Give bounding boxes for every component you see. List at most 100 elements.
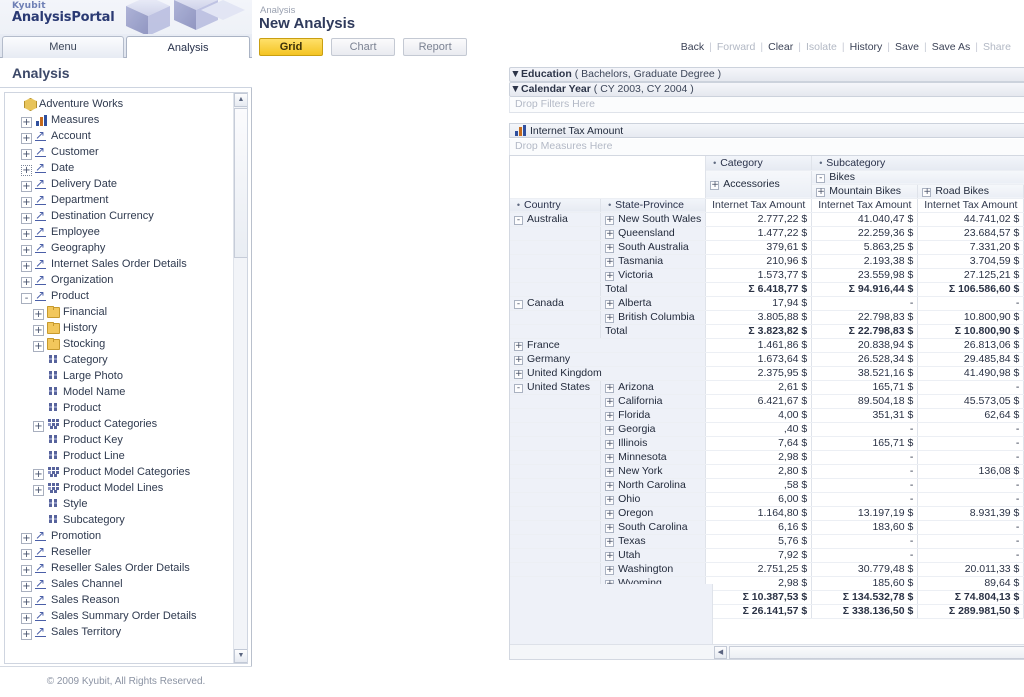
row-header-state[interactable]: + British Columbia	[600, 310, 707, 325]
tree-expander-icon[interactable]: +	[21, 229, 32, 240]
row-header-state[interactable]: + Tasmania	[600, 254, 707, 269]
row-header-state[interactable]: + Arizona	[600, 380, 707, 395]
action-save-as[interactable]: Save As	[927, 41, 976, 53]
expander-icon[interactable]: -	[514, 384, 523, 393]
expander-icon[interactable]: +	[605, 552, 615, 561]
expander-icon[interactable]: -	[816, 174, 826, 183]
tree-node[interactable]: Large Photo	[5, 368, 233, 384]
expander-icon[interactable]: +	[816, 188, 826, 197]
tab-grid[interactable]: Grid	[259, 38, 323, 56]
tree-expander-icon[interactable]: +	[33, 485, 44, 496]
row-header-state[interactable]: + California	[600, 394, 707, 409]
row-header-state[interactable]: + Ohio	[600, 492, 707, 507]
tree-node[interactable]: + Promotion	[5, 527, 233, 544]
tree-expander-icon[interactable]: +	[21, 597, 32, 608]
tree-node[interactable]: + Sales Channel	[5, 575, 233, 592]
tree-expander-icon[interactable]: +	[21, 533, 32, 544]
row-header-state[interactable]: + Georgia	[600, 422, 707, 437]
tab-menu[interactable]: Menu	[2, 36, 124, 58]
tree-node[interactable]: + Stocking	[5, 336, 233, 352]
tree-expander-icon[interactable]: +	[33, 469, 44, 480]
row-header-country[interactable]: - Australia	[510, 212, 602, 227]
tab-report[interactable]: Report	[403, 38, 468, 56]
expander-icon[interactable]: +	[605, 496, 615, 505]
expander-icon[interactable]: +	[605, 398, 615, 407]
tree-node[interactable]: + Geography	[5, 239, 233, 256]
tree-expander-icon[interactable]: +	[21, 149, 32, 160]
expander-icon[interactable]: +	[605, 566, 615, 575]
tree-node[interactable]: - Product	[5, 287, 233, 304]
tree-expander-icon[interactable]: +	[21, 549, 32, 560]
expander-icon[interactable]: +	[514, 356, 523, 365]
tree-expander-icon[interactable]: +	[21, 565, 32, 576]
row-header-country[interactable]: - United States	[510, 380, 602, 395]
tree-node[interactable]: + Financial	[5, 304, 233, 320]
tree-node[interactable]: + Product Model Lines	[5, 480, 233, 496]
expander-icon[interactable]: +	[605, 440, 615, 449]
tree-node[interactable]: Category	[5, 352, 233, 368]
expander-icon[interactable]: +	[605, 384, 615, 393]
tree-expander-icon[interactable]: +	[33, 421, 44, 432]
tree-node[interactable]: + Sales Reason	[5, 591, 233, 608]
tree-expander-icon[interactable]: +	[21, 613, 32, 624]
expander-icon[interactable]: +	[514, 370, 523, 379]
tree-node[interactable]: Product Line	[5, 448, 233, 464]
expander-icon[interactable]: -	[514, 300, 523, 309]
tree-node[interactable]: + Sales Summary Order Details	[5, 607, 233, 624]
tree-scroll-up-icon[interactable]: ▲	[234, 93, 247, 107]
grid-horizontal-scrollbar[interactable]: ◀ ▶	[510, 644, 1024, 659]
expander-icon[interactable]: +	[605, 258, 615, 267]
tree-node[interactable]: + Measures	[5, 112, 233, 128]
row-header-state[interactable]: + Queensland	[600, 226, 707, 241]
tree-scroll-down-icon[interactable]: ▼	[234, 649, 247, 663]
tree-expander-icon[interactable]: +	[33, 309, 44, 320]
expander-icon[interactable]: +	[605, 244, 615, 253]
tree-expander-icon[interactable]: +	[21, 165, 32, 176]
column-dim-category[interactable]: • Category	[705, 156, 813, 171]
tree-expander-icon[interactable]: +	[21, 261, 32, 272]
row-dim-state-province[interactable]: • State-Province	[600, 198, 707, 213]
row-header-state[interactable]: + Victoria	[600, 268, 707, 283]
expander-icon[interactable]: +	[605, 230, 615, 239]
tree-node[interactable]: + Reseller Sales Order Details	[5, 559, 233, 576]
expander-icon[interactable]: +	[605, 468, 615, 477]
tree-expander-icon[interactable]: +	[21, 277, 32, 288]
tree-node[interactable]: + Department	[5, 191, 233, 208]
tree-expander-icon[interactable]: +	[21, 581, 32, 592]
filter-education[interactable]: ▼Education ( Bachelors, Graduate Degree …	[509, 67, 1024, 82]
drop-measures-zone[interactable]: Drop Measures Here	[509, 139, 1024, 155]
expander-icon[interactable]: +	[605, 314, 615, 323]
col-header-mountain-bikes[interactable]: + Mountain Bikes	[811, 184, 919, 199]
tree-expander-icon[interactable]: +	[21, 181, 32, 192]
tree-node[interactable]: + Employee	[5, 223, 233, 240]
tree-scrollbar[interactable]: ▲ ▼	[233, 93, 247, 663]
row-dim-country[interactable]: • Country	[510, 198, 602, 213]
action-back[interactable]: Back	[676, 41, 709, 53]
expander-icon[interactable]: +	[605, 412, 615, 421]
row-header-state[interactable]: + New York	[600, 464, 707, 479]
col-header-accessories[interactable]: + Accessories	[705, 170, 813, 199]
tree-expander-icon[interactable]: +	[21, 197, 32, 208]
row-header-country[interactable]: + Germany	[510, 352, 707, 367]
tree-expander-icon[interactable]: -	[21, 293, 32, 304]
tree-node[interactable]: + Organization	[5, 271, 233, 288]
tree-expander-icon[interactable]: +	[21, 245, 32, 256]
tree-node[interactable]: + Delivery Date	[5, 175, 233, 192]
tree-node[interactable]: + Product Categories	[5, 416, 233, 432]
row-header-country[interactable]: - Canada	[510, 296, 602, 311]
expander-icon[interactable]: +	[605, 300, 615, 309]
tree-node[interactable]: Subcategory	[5, 512, 233, 528]
action-clear[interactable]: Clear	[763, 41, 798, 53]
row-header-state[interactable]: + Alberta	[600, 296, 707, 311]
tree-node[interactable]: + History	[5, 320, 233, 336]
measure-bar[interactable]: Internet Tax Amount	[509, 123, 1024, 138]
expander-icon[interactable]: +	[605, 538, 615, 547]
expander-icon[interactable]: +	[605, 426, 615, 435]
col-header-bikes[interactable]: - Bikes	[811, 170, 1024, 185]
tree-node[interactable]: + Internet Sales Order Details	[5, 255, 233, 272]
tree-node[interactable]: + Product Model Categories	[5, 464, 233, 480]
row-header-state[interactable]: + North Carolina	[600, 478, 707, 493]
expander-icon[interactable]: -	[514, 216, 523, 225]
grid-hscroll-thumb[interactable]	[729, 646, 1024, 659]
expander-icon[interactable]: +	[605, 454, 615, 463]
